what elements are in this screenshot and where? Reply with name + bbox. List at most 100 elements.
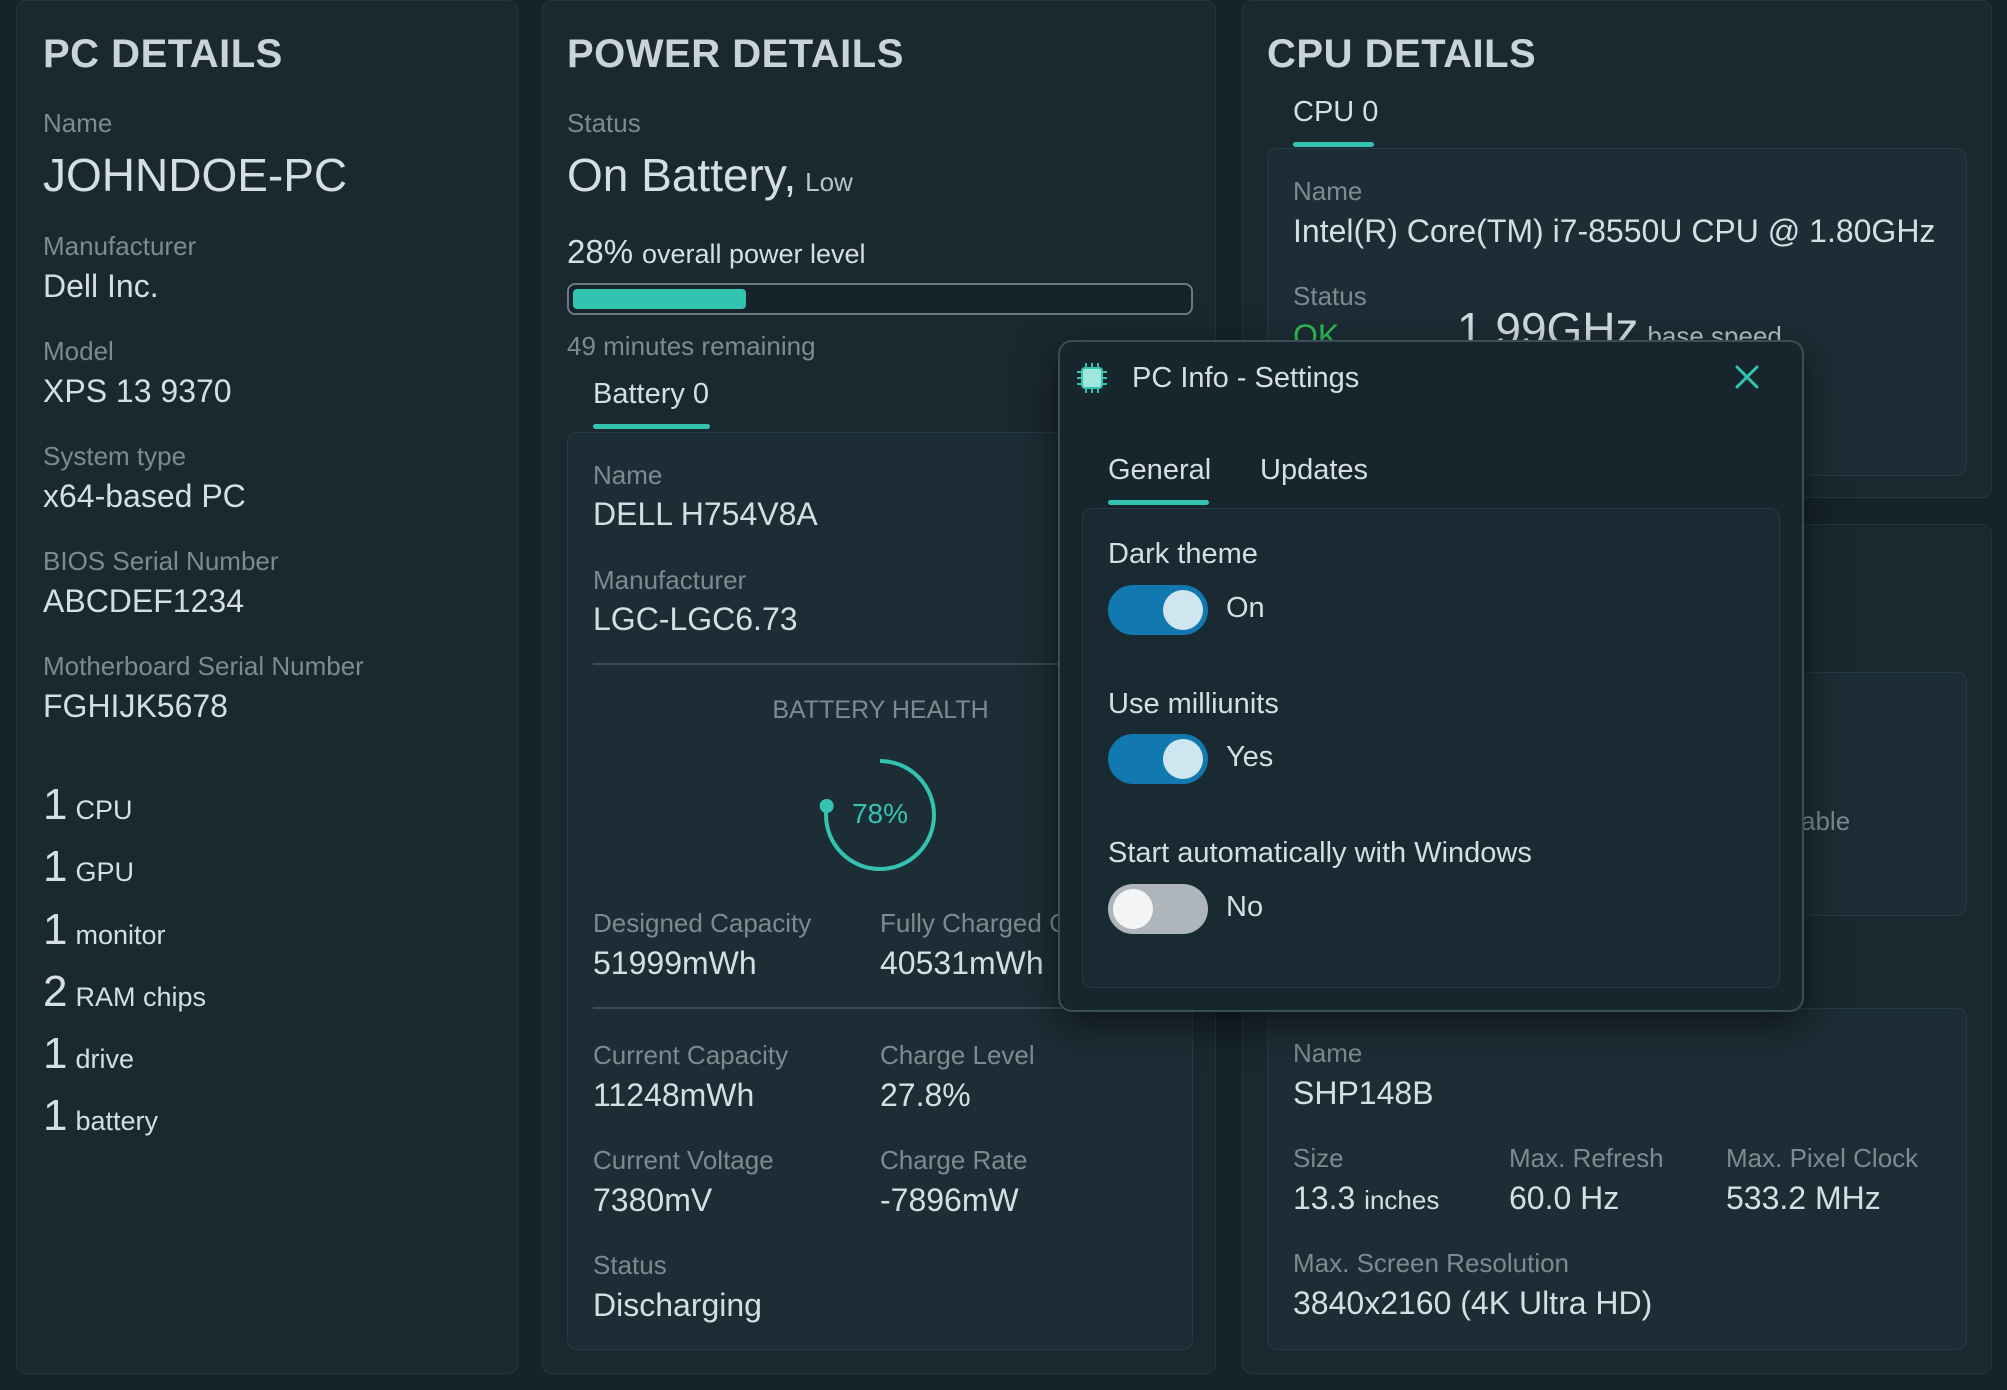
- pc-details-title: PC DETAILS: [43, 32, 283, 76]
- pc-bios-serial-value: ABCDEF1234: [43, 583, 244, 619]
- settings-dialog: PC Info - Settings General Updates Dark …: [1058, 340, 1804, 1012]
- gpu-count: 1 GPU: [43, 842, 134, 892]
- cpu-status-label: Status: [1293, 281, 1367, 311]
- monitor-refresh-label: Max. Refresh: [1509, 1143, 1664, 1173]
- power-level-percent: 28%: [567, 233, 634, 270]
- battery-health-value: 78%: [851, 798, 909, 829]
- charge-level-value: 27.8%: [880, 1077, 971, 1113]
- designed-capacity-value: 51999mWh: [593, 945, 757, 981]
- monitor-pixel-clock-label: Max. Pixel Clock: [1726, 1143, 1919, 1173]
- pc-motherboard-serial-label: Motherboard Serial Number: [43, 651, 364, 681]
- battery-count-num: 1: [43, 1091, 68, 1140]
- current-capacity-label: Current Capacity: [593, 1040, 789, 1070]
- battery-manufacturer-label: Manufacturer: [593, 565, 747, 595]
- battery-status-value: Discharging: [593, 1287, 762, 1323]
- monitor-size-label: Size: [1293, 1143, 1344, 1173]
- monitor-count-unit: monitor: [75, 920, 166, 950]
- pc-name-label: Name: [43, 108, 113, 138]
- gpu-count-num: 1: [43, 842, 68, 891]
- pc-model-label: Model: [43, 336, 114, 366]
- power-level-bar-fill: [573, 289, 746, 309]
- milliunits-state: Yes: [1226, 741, 1274, 773]
- power-status-value: On Battery,: [567, 149, 797, 201]
- tab-cpu-0-indicator: [1293, 142, 1374, 147]
- tab-battery-0[interactable]: Battery 0: [593, 378, 709, 411]
- monitor-resolution-label: Max. Screen Resolution: [1293, 1248, 1570, 1278]
- current-capacity-value: 11248mWh: [593, 1077, 755, 1113]
- pc-manufacturer-value: Dell Inc.: [43, 268, 159, 304]
- pc-model-value: XPS 13 9370: [43, 373, 232, 409]
- power-remaining: 49 minutes remaining: [567, 331, 816, 361]
- milliunits-label: Use milliunits: [1108, 688, 1279, 720]
- ram-count-unit: RAM chips: [75, 982, 207, 1012]
- autostart-label: Start automatically with Windows: [1108, 837, 1532, 869]
- settings-dialog-title: PC Info - Settings: [1132, 362, 1360, 394]
- app-chip-icon: [1076, 362, 1108, 394]
- milliunits-toggle-knob: [1163, 739, 1203, 779]
- monitor-size-value: 13.3: [1293, 1180, 1356, 1216]
- pc-system-type-value: x64-based PC: [43, 478, 246, 514]
- dark-theme-toggle[interactable]: [1108, 585, 1208, 635]
- power-level-bar: [567, 283, 1193, 315]
- milliunits-toggle[interactable]: [1108, 734, 1208, 784]
- battery-name-value: DELL H754V8A: [593, 496, 818, 532]
- power-level-text: overall power level: [641, 239, 866, 269]
- monitor-count: 1 monitor: [43, 905, 166, 955]
- pc-name-value: JOHNDOE-PC: [43, 149, 348, 201]
- power-status-sub: Low: [805, 167, 853, 197]
- autostart-toggle[interactable]: [1108, 884, 1208, 934]
- monitor-pixel-clock-value: 533.2 MHz: [1726, 1180, 1881, 1216]
- power-level: 28% overall power level: [567, 233, 866, 271]
- gpu-count-unit: GPU: [75, 857, 134, 887]
- ram-count-num: 2: [43, 967, 68, 1016]
- cpu-name-value: Intel(R) Core(TM) i7-8550U CPU @ 1.80GHz: [1293, 213, 1936, 249]
- charge-rate-label: Charge Rate: [880, 1145, 1028, 1175]
- battery-count: 1 battery: [43, 1091, 158, 1141]
- drive-count-unit: drive: [75, 1044, 135, 1074]
- monitor-count-num: 1: [43, 905, 68, 954]
- monitor-size-unit: inches: [1364, 1185, 1440, 1215]
- power-status: On Battery, Low: [567, 148, 853, 202]
- dark-theme-state: On: [1226, 592, 1265, 624]
- monitor-resolution-value: 3840x2160 (4K Ultra HD): [1293, 1285, 1653, 1321]
- charge-level-label: Charge Level: [880, 1040, 1035, 1070]
- charge-rate-value: -7896mW: [880, 1182, 1019, 1218]
- battery-name-label: Name: [593, 460, 663, 490]
- tab-cpu-0[interactable]: CPU 0: [1293, 96, 1378, 129]
- current-voltage-value: 7380mV: [593, 1182, 713, 1218]
- monitor-name-label: Name: [1293, 1038, 1363, 1068]
- fully-charged-label: Fully Charged C: [880, 908, 1068, 938]
- battery-status-label: Status: [593, 1250, 667, 1280]
- drive-count-num: 1: [43, 1029, 68, 1078]
- cpu-count-num: 1: [43, 780, 68, 829]
- pc-details-panel: [16, 0, 518, 1374]
- cpu-name-label: Name: [1293, 176, 1363, 206]
- battery-manufacturer-value: LGC-LGC6.73: [593, 601, 798, 637]
- autostart-state: No: [1226, 891, 1264, 923]
- autostart-toggle-knob: [1113, 889, 1153, 929]
- gpu-partial-text: able: [1801, 806, 1851, 836]
- monitor-name-value: SHP148B: [1293, 1075, 1434, 1111]
- power-details-title: POWER DETAILS: [567, 32, 904, 76]
- tab-general-indicator: [1108, 500, 1209, 505]
- pc-motherboard-serial-value: FGHIJK5678: [43, 688, 228, 724]
- tab-updates[interactable]: Updates: [1260, 454, 1368, 487]
- pc-manufacturer-label: Manufacturer: [43, 231, 197, 261]
- power-status-label: Status: [567, 108, 641, 138]
- monitor-size: 13.3 inches: [1293, 1180, 1439, 1217]
- designed-capacity-label: Designed Capacity: [593, 908, 812, 938]
- fully-charged-value: 40531mWh: [880, 945, 1044, 981]
- ram-count: 2 RAM chips: [43, 967, 206, 1017]
- monitor-refresh-value: 60.0 Hz: [1509, 1180, 1620, 1216]
- current-voltage-label: Current Voltage: [593, 1145, 774, 1175]
- drive-count: 1 drive: [43, 1029, 134, 1079]
- cpu-count-unit: CPU: [75, 795, 133, 825]
- dark-theme-label: Dark theme: [1108, 538, 1258, 570]
- cpu-details-title: CPU DETAILS: [1267, 32, 1537, 76]
- dark-theme-toggle-knob: [1163, 590, 1203, 630]
- pc-system-type-label: System type: [43, 441, 187, 471]
- tab-general[interactable]: General: [1108, 454, 1211, 487]
- pc-bios-serial-label: BIOS Serial Number: [43, 546, 279, 576]
- close-icon[interactable]: [1730, 360, 1764, 394]
- cpu-count: 1 CPU: [43, 780, 133, 830]
